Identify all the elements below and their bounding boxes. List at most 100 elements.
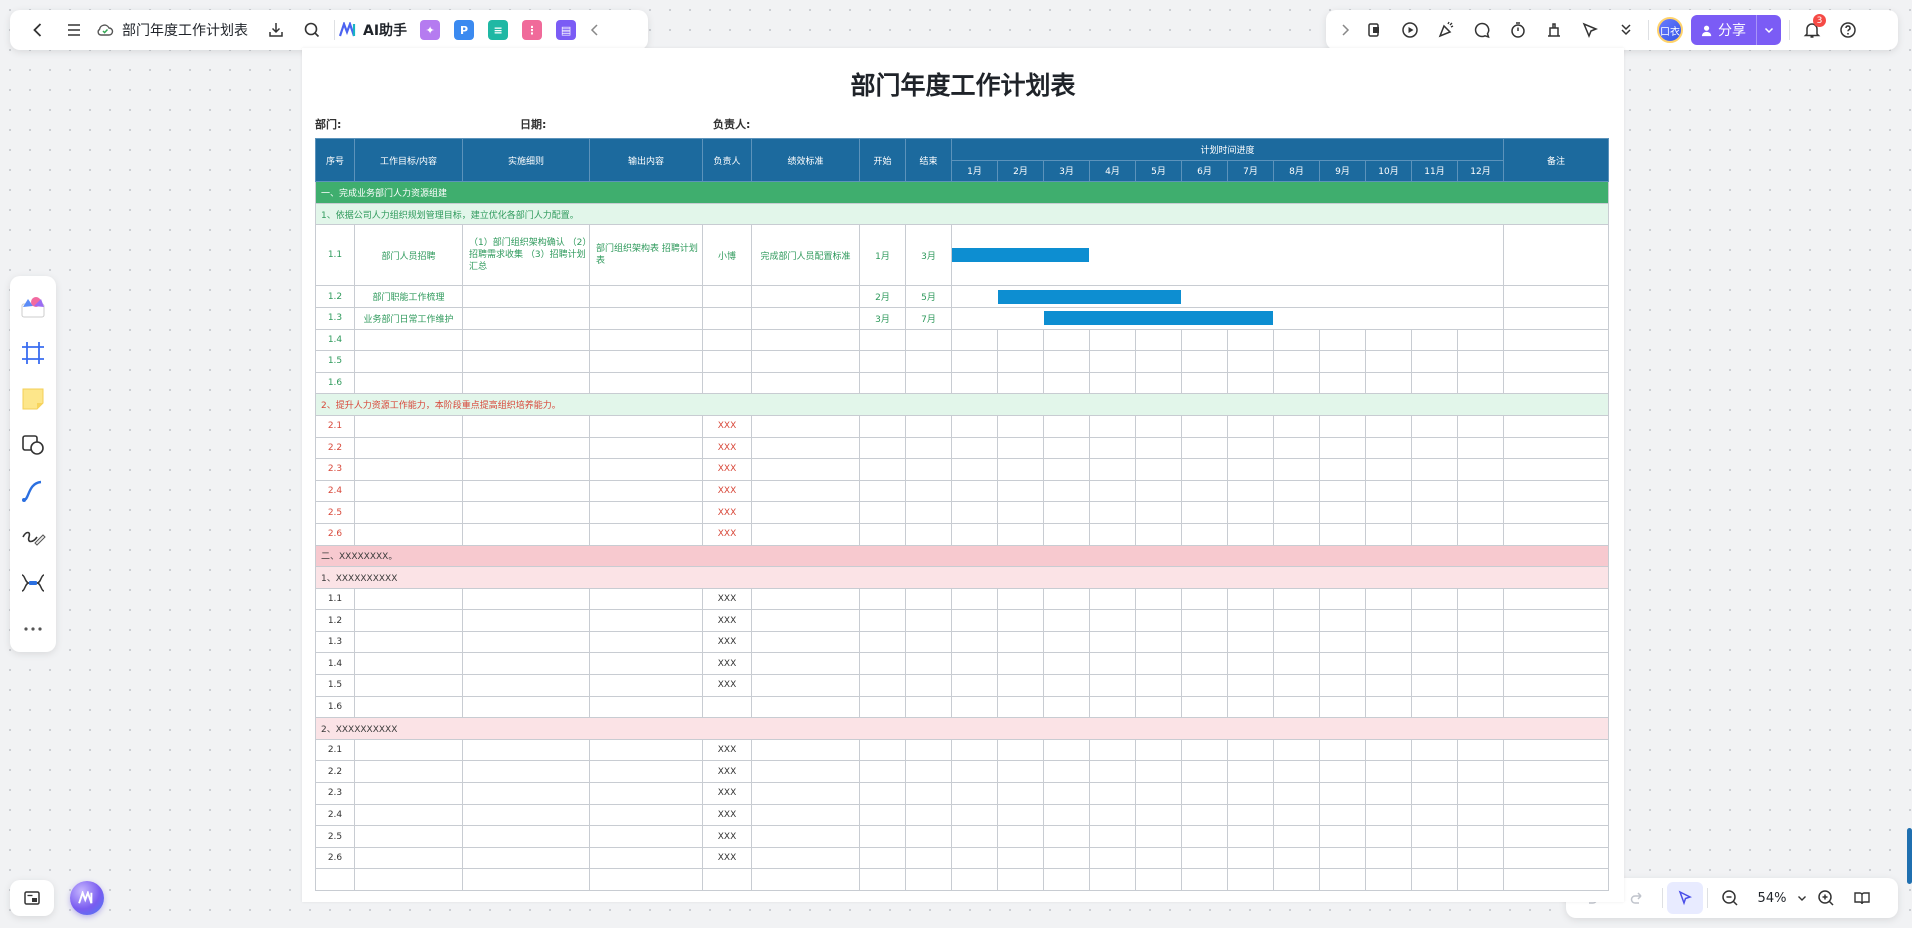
- cell-remark[interactable]: [1503, 224, 1609, 287]
- cell-end[interactable]: [905, 479, 952, 503]
- cell-month[interactable]: [1181, 522, 1228, 546]
- cell-month[interactable]: [1043, 803, 1090, 827]
- cell-remark[interactable]: [1503, 630, 1609, 654]
- cell-output[interactable]: [589, 868, 703, 891]
- user-avatar[interactable]: 口衣: [1657, 17, 1683, 43]
- cell-kpi[interactable]: [751, 825, 860, 848]
- cell-end[interactable]: [905, 782, 952, 805]
- cell-month[interactable]: [1227, 414, 1274, 438]
- cloud-sync-status[interactable]: [92, 14, 118, 46]
- cell-owner[interactable]: [702, 350, 752, 373]
- cell-remark[interactable]: [1503, 436, 1609, 460]
- document-title[interactable]: 部门年度工作计划表: [122, 20, 248, 40]
- cell-month[interactable]: [997, 458, 1044, 481]
- cell-month[interactable]: [1181, 652, 1228, 676]
- cell-month[interactable]: [1457, 328, 1504, 352]
- cell-month[interactable]: [1273, 587, 1320, 611]
- cell-goal[interactable]: 部门人员招聘: [354, 224, 463, 287]
- cell-start[interactable]: [859, 436, 906, 460]
- cell-month[interactable]: [997, 479, 1044, 503]
- cell-month[interactable]: [1089, 479, 1136, 503]
- cell-remark[interactable]: [1503, 501, 1609, 524]
- cell-detail[interactable]: [462, 522, 590, 546]
- cell-month[interactable]: [1089, 350, 1136, 373]
- cell-month[interactable]: [1319, 674, 1366, 697]
- cell-output[interactable]: [589, 306, 703, 330]
- cell-month[interactable]: [1411, 479, 1458, 503]
- cell-remark[interactable]: [1503, 868, 1609, 891]
- cell-start[interactable]: [859, 803, 906, 827]
- cell-start[interactable]: 1月: [859, 224, 906, 287]
- cell-remark[interactable]: [1503, 285, 1609, 308]
- cell-month[interactable]: [951, 738, 998, 762]
- cell-goal[interactable]: [354, 695, 463, 719]
- cell-month[interactable]: [1319, 652, 1366, 676]
- cell-output[interactable]: [589, 285, 703, 308]
- cell-owner[interactable]: XXX: [702, 630, 752, 654]
- cell-month[interactable]: [1411, 738, 1458, 762]
- tool-materials[interactable]: [10, 284, 56, 330]
- cell-month[interactable]: [1319, 371, 1366, 395]
- cell-detail[interactable]: [462, 501, 590, 524]
- cell-month[interactable]: [1135, 803, 1182, 827]
- cell-seq[interactable]: 1.4: [315, 652, 355, 676]
- section-row-title[interactable]: 一、完成业务部门人力资源组建: [315, 181, 1609, 204]
- cell-month[interactable]: [1181, 630, 1228, 654]
- cell-goal[interactable]: [354, 868, 463, 891]
- cell-month[interactable]: [1457, 825, 1504, 848]
- cell-month[interactable]: [997, 674, 1044, 697]
- cell-kpi[interactable]: [751, 630, 860, 654]
- app-mindmap-icon[interactable]: ≡: [488, 20, 509, 40]
- cell-month[interactable]: [1089, 328, 1136, 352]
- cell-goal[interactable]: [354, 479, 463, 503]
- cell-month[interactable]: [1365, 371, 1412, 395]
- cell-seq[interactable]: 1.6: [315, 695, 355, 719]
- vertical-scrollbar[interactable]: [1907, 828, 1912, 884]
- cell-month[interactable]: [997, 738, 1044, 762]
- cell-kpi[interactable]: [751, 760, 860, 784]
- cell-month[interactable]: [1273, 436, 1320, 460]
- cell-month[interactable]: [1365, 760, 1412, 784]
- cell-month[interactable]: [1411, 868, 1458, 891]
- cell-month[interactable]: [997, 825, 1044, 848]
- cell-month[interactable]: [1181, 328, 1228, 352]
- cell-kpi[interactable]: [751, 436, 860, 460]
- cell-month[interactable]: [1089, 674, 1136, 697]
- cell-month[interactable]: [1273, 674, 1320, 697]
- cell-owner[interactable]: 小博: [702, 224, 752, 287]
- cell-month[interactable]: [1457, 436, 1504, 460]
- cell-output[interactable]: [589, 738, 703, 762]
- cell-month[interactable]: [1411, 328, 1458, 352]
- sheet-title[interactable]: 部门年度工作计划表: [302, 66, 1624, 102]
- cell-month[interactable]: [1089, 825, 1136, 848]
- cell-start[interactable]: [859, 825, 906, 848]
- cell-month[interactable]: [951, 350, 998, 373]
- cell-month[interactable]: [1457, 630, 1504, 654]
- cell-month[interactable]: [1089, 630, 1136, 654]
- cell-owner[interactable]: XXX: [702, 479, 752, 503]
- cell-month[interactable]: [951, 479, 998, 503]
- cell-month[interactable]: [1089, 436, 1136, 460]
- tool-mindmap[interactable]: [10, 560, 56, 606]
- cell-month[interactable]: [1411, 803, 1458, 827]
- cell-detail[interactable]: [462, 868, 590, 891]
- cell-remark[interactable]: [1503, 609, 1609, 632]
- cell-goal[interactable]: [354, 436, 463, 460]
- cell-remark[interactable]: [1503, 522, 1609, 546]
- cell-month[interactable]: [1365, 414, 1412, 438]
- cell-month[interactable]: [1135, 825, 1182, 848]
- cell-start[interactable]: [859, 414, 906, 438]
- cell-month[interactable]: [951, 501, 998, 524]
- cell-detail[interactable]: [462, 630, 590, 654]
- cell-month[interactable]: [1135, 350, 1182, 373]
- cell-month[interactable]: [1411, 695, 1458, 719]
- tool-pen[interactable]: [10, 514, 56, 560]
- cell-month[interactable]: [1135, 782, 1182, 805]
- cell-month[interactable]: [1457, 782, 1504, 805]
- cell-start[interactable]: [859, 522, 906, 546]
- cell-month[interactable]: [1043, 458, 1090, 481]
- cell-start[interactable]: [859, 695, 906, 719]
- cell-month[interactable]: [1365, 846, 1412, 870]
- gantt-bar[interactable]: [1044, 311, 1273, 326]
- cell-month[interactable]: [1089, 609, 1136, 632]
